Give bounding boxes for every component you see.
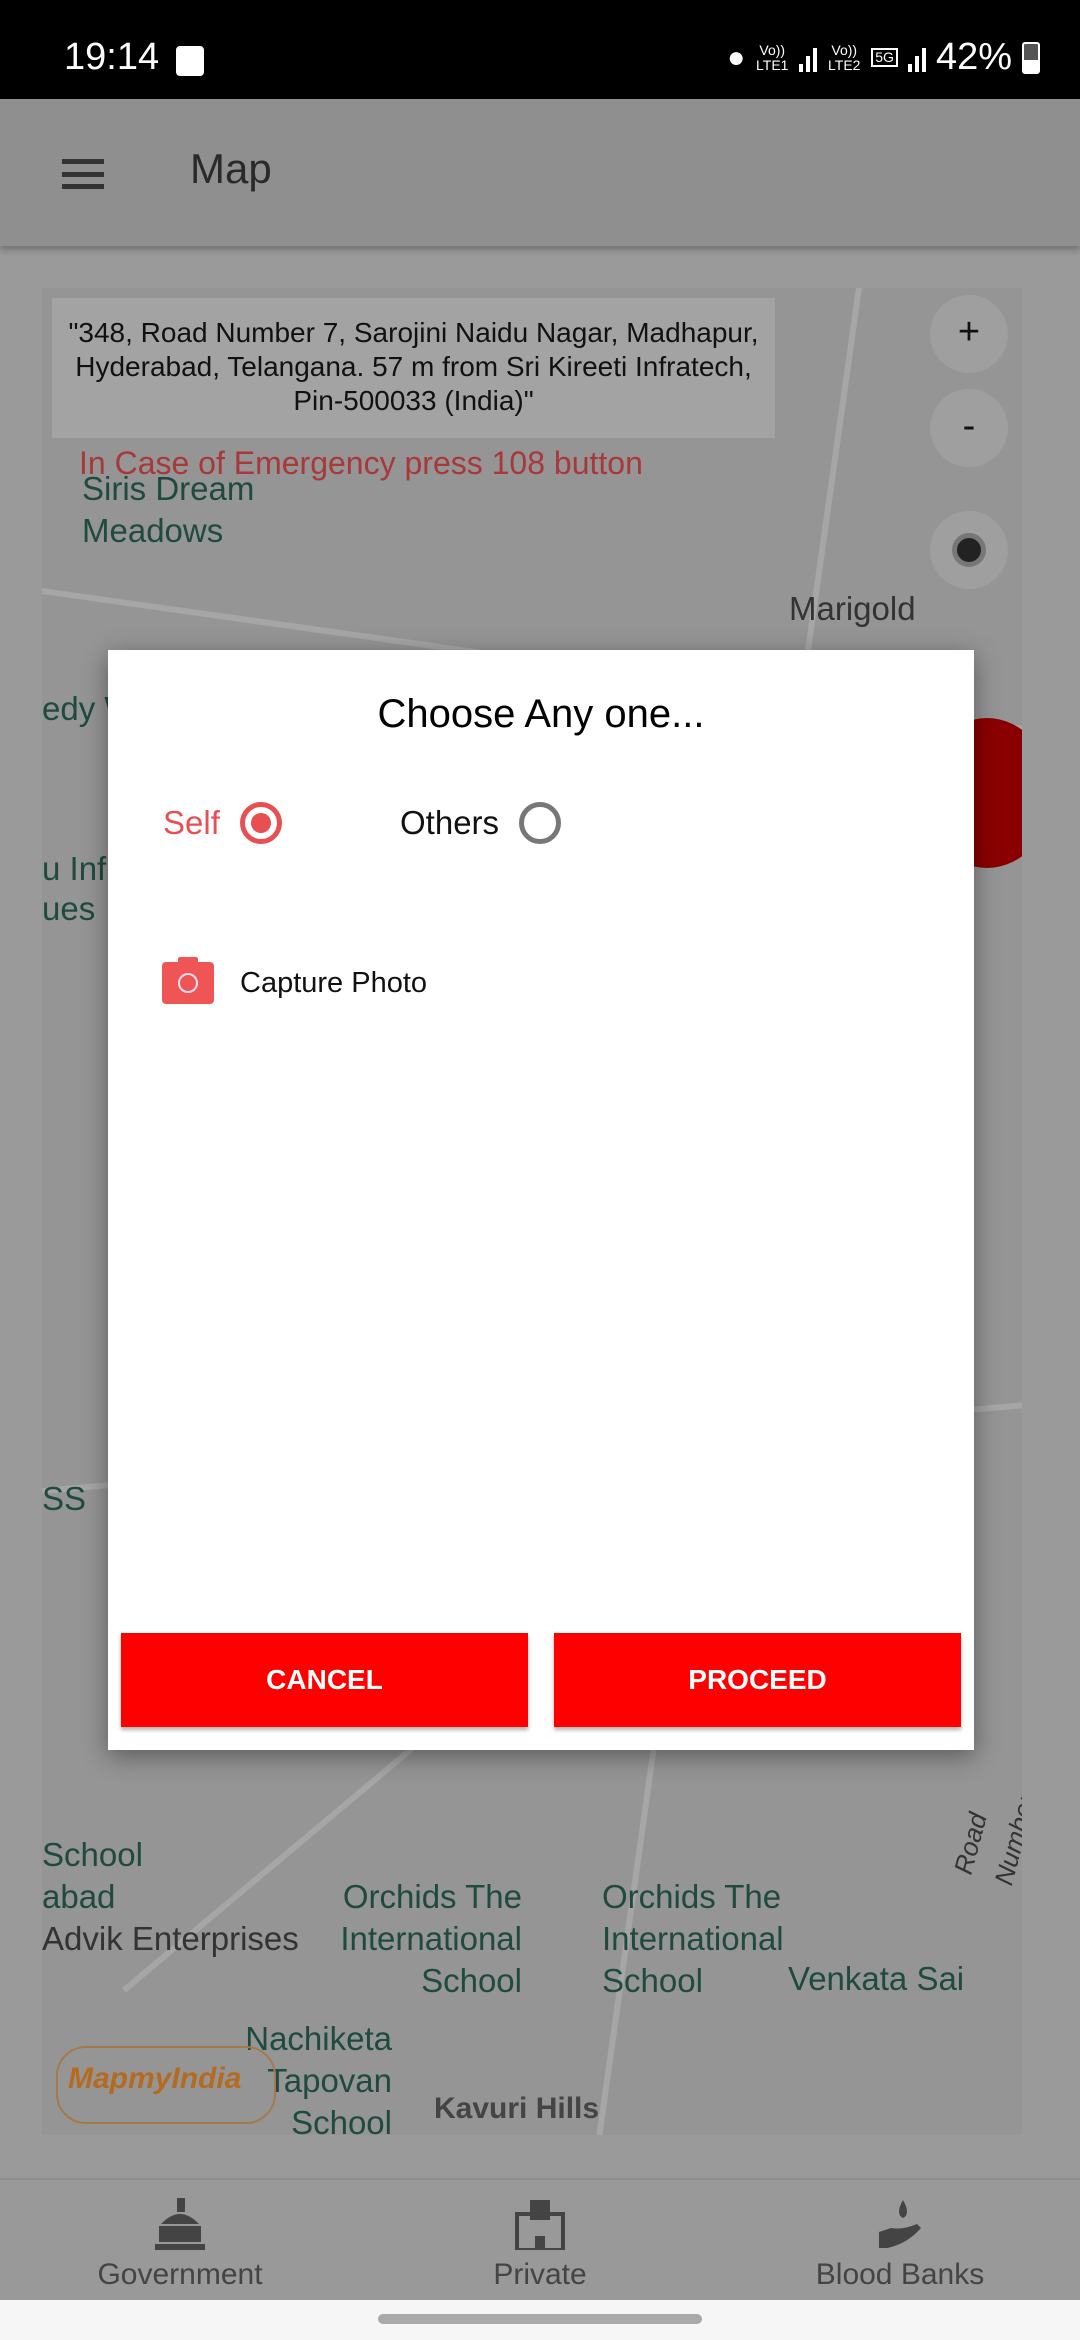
zoom-out-button[interactable]: - — [930, 389, 1008, 467]
address-box: "348, Road Number 7, Sarojini Naidu Naga… — [52, 298, 775, 438]
sim2-label: Vo)) LTE2 — [828, 41, 861, 73]
location-target-icon — [952, 533, 986, 567]
radio-self-button[interactable] — [239, 802, 282, 844]
map-label: SS — [42, 1480, 87, 1517]
map-label: School — [42, 1836, 143, 1873]
nav-government-label: Government — [97, 2258, 263, 2291]
camera-icon — [162, 957, 214, 1004]
menu-icon[interactable] — [62, 159, 104, 189]
hospital-icon — [513, 2198, 567, 2252]
app-bar: Map — [0, 99, 1080, 246]
nav-blood-banks[interactable]: Blood Banks — [720, 2198, 1080, 2292]
nav-private-label: Private — [493, 2258, 587, 2291]
radio-self[interactable]: Self — [163, 802, 282, 844]
zoom-in-button[interactable]: + — [930, 295, 1008, 373]
capture-photo-button[interactable]: Capture Photo — [162, 957, 428, 1004]
my-location-button[interactable] — [930, 511, 1008, 589]
bottom-nav: Government Private Blood Banks — [0, 2178, 1080, 2300]
map-label: Marigold — [789, 590, 916, 627]
clock: 19:14 — [64, 36, 160, 78]
map-label: Orchids The International School — [602, 1878, 784, 1999]
nav-private[interactable]: Private — [360, 2198, 720, 2292]
cancel-button[interactable]: CANCEL — [121, 1633, 528, 1727]
map-label: u Inf — [42, 850, 107, 887]
radio-self-label: Self — [163, 804, 220, 841]
map-label: ues — [42, 890, 96, 927]
home-indicator[interactable] — [378, 2314, 702, 2324]
page-title: Map — [190, 145, 272, 192]
government-building-icon — [153, 2198, 207, 2250]
map-label: Venkata Sai — [788, 1960, 965, 1997]
sim1-label: Vo)) LTE1 — [756, 41, 789, 73]
map-label: Advik Enterprises — [42, 1920, 299, 1957]
capture-photo-label: Capture Photo — [240, 966, 428, 999]
choose-dialog: Choose Any one... Self Others Capture Ph… — [108, 650, 974, 1750]
location-icon: ● — [727, 40, 746, 74]
dialog-title: Choose Any one... — [377, 692, 705, 736]
mapmyindia-logo: MapmyIndia — [56, 2046, 276, 2124]
proceed-button[interactable]: PROCEED — [554, 1633, 961, 1727]
radio-others-button[interactable] — [519, 802, 562, 844]
map-label: Road Number 5 — [947, 1791, 1022, 1889]
network-type: 5G — [871, 48, 898, 67]
radio-others-label: Others — [400, 804, 500, 841]
map-label: abad — [42, 1878, 116, 1915]
signal-icon — [799, 44, 818, 72]
nav-blood-banks-label: Blood Banks — [815, 2258, 985, 2291]
radio-others[interactable]: Others — [400, 802, 562, 844]
status-bar: 19:14 ● Vo)) LTE1 Vo)) LTE2 5G 42% — [0, 0, 1080, 99]
gesture-bar — [0, 2300, 1080, 2340]
map-label: Siris Dream Meadows — [82, 470, 255, 549]
signal-icon — [907, 44, 926, 72]
nav-government[interactable]: Government — [0, 2198, 360, 2292]
blood-donation-icon — [873, 2198, 927, 2250]
image-notification-icon — [176, 46, 204, 76]
map-label: Kavuri Hills — [434, 2092, 600, 2125]
map-label: Orchids The International School — [340, 1878, 522, 1999]
battery-icon — [1022, 41, 1040, 74]
battery-percent: 42% — [935, 36, 1012, 78]
